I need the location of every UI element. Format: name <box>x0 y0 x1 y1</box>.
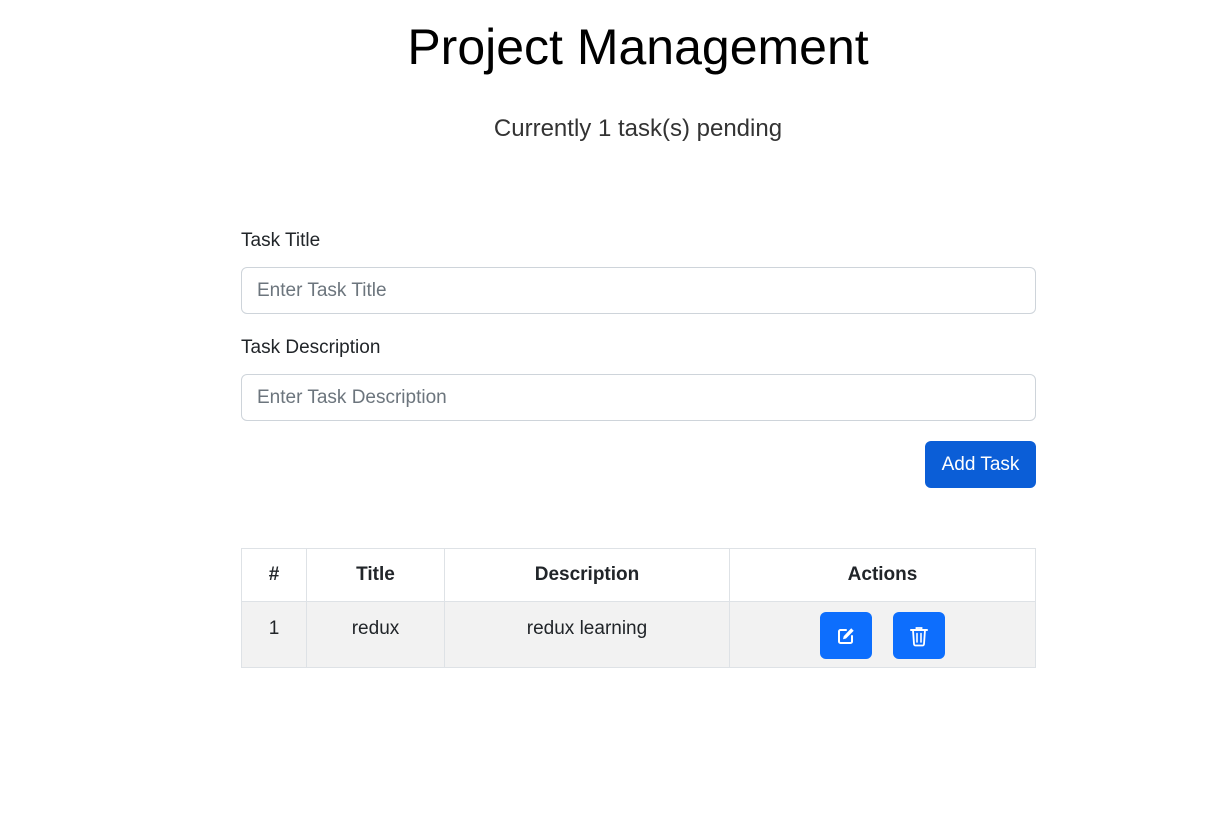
row-title-cell: redux <box>306 601 445 668</box>
column-header-actions: Actions <box>729 548 1036 602</box>
tasks-table: # Title Description Actions 1 redux redu… <box>241 548 1036 668</box>
pending-count-text: Currently 1 task(s) pending <box>493 115 783 142</box>
row-description-cell: redux learning <box>444 601 730 668</box>
page: Project Management Currently 1 task(s) p… <box>0 0 1231 820</box>
task-description-input[interactable] <box>241 374 1036 421</box>
task-description-label: Task Description <box>241 337 381 358</box>
add-task-button[interactable]: Add Task <box>925 441 1036 488</box>
table-header: # Title Description Actions <box>241 548 1036 602</box>
table-header-row: # Title Description Actions <box>241 548 1036 602</box>
task-title-input[interactable] <box>241 267 1036 314</box>
trash-icon <box>909 625 929 647</box>
row-index-cell: 1 <box>241 601 307 668</box>
column-header-description: Description <box>444 548 730 602</box>
column-header-title: Title <box>306 548 445 602</box>
task-title-label: Task Title <box>241 230 321 251</box>
column-header-index: # <box>241 548 307 602</box>
table-body: 1 redux redux learning <box>241 601 1036 668</box>
page-title: Project Management <box>407 19 869 75</box>
edit-icon <box>836 626 856 646</box>
table-row: 1 redux redux learning <box>241 601 1036 668</box>
edit-task-button[interactable] <box>819 612 872 659</box>
delete-task-button[interactable] <box>893 612 946 659</box>
row-actions-cell <box>729 601 1036 668</box>
